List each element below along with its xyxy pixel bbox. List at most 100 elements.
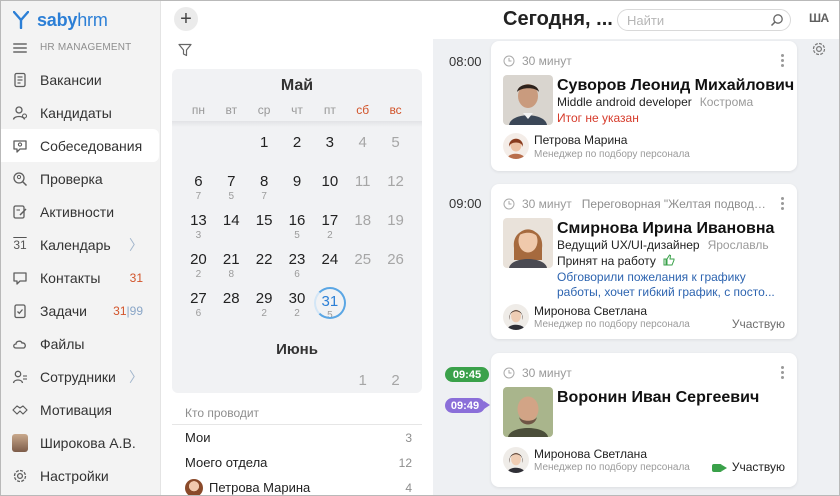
search-input[interactable]: Найти xyxy=(627,13,664,28)
calendar-day[interactable]: 20 2 xyxy=(182,248,215,287)
more-menu-icon[interactable] xyxy=(781,54,785,68)
language-switch[interactable]: ША xyxy=(809,11,829,25)
sidebar-item-profile[interactable]: Широкова А.В. xyxy=(1,426,161,459)
calendar-day xyxy=(215,131,248,170)
sidebar-item-interviews[interactable]: Собеседования xyxy=(1,129,159,162)
calendar-day[interactable]: 2 xyxy=(379,369,412,408)
manager-name[interactable]: Петрова Марина xyxy=(534,133,627,147)
add-button[interactable]: + xyxy=(174,7,198,31)
day-number: 27 xyxy=(190,290,207,307)
calendar-day[interactable]: 18 xyxy=(346,209,379,248)
conducts-row-department[interactable]: Моего отдела 12 xyxy=(172,450,422,475)
calendar-day[interactable]: 10 xyxy=(313,170,346,209)
participation-status[interactable]: Участвую xyxy=(732,317,785,331)
search-icon[interactable] xyxy=(770,13,784,27)
sidebar-item-vacancies[interactable]: Вакансии xyxy=(1,63,161,96)
sidebar-item-label: Широкова А.В. xyxy=(40,434,136,451)
conducts-row-mine[interactable]: Мои 3 xyxy=(172,425,422,450)
sidebar-item-motivation[interactable]: Мотивация xyxy=(1,393,161,426)
calendar-day[interactable]: 1 xyxy=(346,369,379,408)
calendar-day[interactable]: 24 xyxy=(313,248,346,287)
calendar-day-today[interactable]: 31 5 xyxy=(313,287,346,326)
calendar-day[interactable]: 3 xyxy=(313,131,346,170)
calendar-day[interactable]: 1 xyxy=(248,131,281,170)
sidebar-item-calendar[interactable]: 31 Календарь 〉 xyxy=(1,228,161,261)
sidebar-item-files[interactable]: Файлы xyxy=(1,327,161,360)
day-number xyxy=(182,131,215,134)
candidate-name[interactable]: Воронин Иван Сергеевич xyxy=(557,389,759,407)
day-number: 30 xyxy=(288,290,306,307)
section-label: HR MANAGEMENT xyxy=(40,42,132,53)
day-number: 28 xyxy=(222,290,240,307)
sidebar-item-activities[interactable]: Активности xyxy=(1,195,161,228)
calendar-icon: 31 xyxy=(13,237,27,252)
calendar-day[interactable]: 75 xyxy=(215,170,248,209)
calendar-day[interactable]: 17 2 xyxy=(313,209,346,248)
search-field[interactable]: Найти xyxy=(617,9,791,31)
manager-role: Менеджер по подбору персонала xyxy=(534,149,690,160)
clock-icon xyxy=(503,55,515,67)
calendar-day[interactable]: 9 xyxy=(281,170,314,209)
day-number: 23 xyxy=(288,251,306,268)
calendar-day[interactable]: 11 xyxy=(346,170,379,209)
calendar-day[interactable]: 19 xyxy=(379,209,412,248)
day-number: 18 xyxy=(354,212,372,229)
menu-icon[interactable] xyxy=(13,43,27,53)
candidate-name[interactable]: Суворов Леонид Михайлович xyxy=(557,77,794,95)
calendar-day[interactable]: 21 8 xyxy=(215,248,248,287)
conducts-count: 4 xyxy=(405,480,412,495)
interview-note[interactable]: Обговорили пожелания к графику работы, х… xyxy=(557,270,783,300)
interview-card[interactable]: 30 минут Воронин Иван Сергеевич Миронова… xyxy=(491,353,797,487)
candidate-name[interactable]: Смирнова Ирина Ивановна xyxy=(557,220,774,238)
more-menu-icon[interactable] xyxy=(781,366,785,380)
calendar-day[interactable]: 67 xyxy=(182,170,215,209)
day-event-count: 2 xyxy=(327,230,333,241)
weekday: пн xyxy=(191,103,205,117)
manager-name[interactable]: Миронова Светлана xyxy=(534,447,647,461)
interview-card[interactable]: 30 минут Суворов Леонид Михайлович Middl… xyxy=(491,41,797,171)
calendar-day[interactable]: 14 xyxy=(215,209,248,248)
time-slot-label: 09:00 xyxy=(449,196,482,211)
interview-card[interactable]: 30 минут Переговорная "Желтая подводн...… xyxy=(491,184,797,339)
chevron-right-icon[interactable]: 〉 xyxy=(129,367,143,387)
day-event-count: 5 xyxy=(228,191,235,202)
sidebar-item-tasks[interactable]: Задачи 31|99 xyxy=(1,294,161,327)
calendar-day[interactable]: 15 xyxy=(248,209,281,248)
calendar-day[interactable]: 2 xyxy=(281,131,314,170)
more-menu-icon[interactable] xyxy=(781,197,785,211)
conducts-count: 12 xyxy=(398,455,412,470)
calendar-day[interactable]: 12 xyxy=(379,170,412,209)
chevron-right-icon[interactable]: 〉 xyxy=(129,235,143,255)
calendar-day[interactable]: 4 xyxy=(346,131,379,170)
logo[interactable]: sabyhrm xyxy=(13,9,108,31)
participation-status[interactable]: Участвую xyxy=(711,460,785,474)
calendar-day[interactable]: 5 xyxy=(379,131,412,170)
sidebar-item-label: Файлы xyxy=(40,335,85,352)
calendar-day[interactable]: 27 6 xyxy=(182,287,215,326)
conducts-row-petrova[interactable]: Петрова Марина 4 xyxy=(172,475,422,495)
day-event-count: 6 xyxy=(195,308,202,319)
calendar-day[interactable]: 87 xyxy=(248,170,281,209)
saby-logo-icon xyxy=(13,11,29,29)
day-number: 2 xyxy=(391,372,400,389)
brand-name: sabyhrm xyxy=(37,9,108,30)
calendar-day[interactable]: 16 5 xyxy=(281,209,314,248)
calendar-day xyxy=(215,369,248,408)
calendar-day[interactable]: 23 6 xyxy=(281,248,314,287)
calendar-day[interactable]: 13 3 xyxy=(182,209,215,248)
gear-icon[interactable] xyxy=(811,41,827,57)
sidebar-item-settings[interactable]: Настройки xyxy=(1,459,161,492)
calendar-day[interactable]: 28 xyxy=(215,287,248,326)
sidebar-item-check[interactable]: Проверка xyxy=(1,162,161,195)
sidebar-item-employees[interactable]: Сотрудники 〉 xyxy=(1,360,161,393)
calendar-day[interactable]: 30 2 xyxy=(281,287,314,326)
calendar-day[interactable]: 25 xyxy=(346,248,379,287)
sidebar-item-candidates[interactable]: Кандидаты xyxy=(1,96,161,129)
calendar-day[interactable]: 26 xyxy=(379,248,412,287)
page-title[interactable]: Сегодня, ... xyxy=(503,8,613,31)
calendar-day[interactable]: 29 2 xyxy=(248,287,281,326)
sidebar-item-contacts[interactable]: Контакты 31 xyxy=(1,261,161,294)
filter-icon[interactable] xyxy=(178,43,192,57)
manager-name[interactable]: Миронова Светлана xyxy=(534,304,647,318)
calendar-day[interactable]: 22 xyxy=(248,248,281,287)
